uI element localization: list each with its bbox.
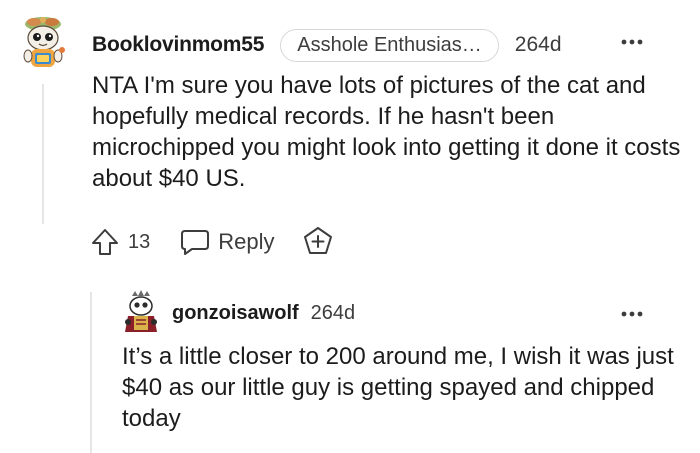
reply-body: It’s a little closer to 200 around me, I… [122, 343, 674, 432]
ellipsis-icon [621, 311, 643, 317]
award-plus-icon [303, 227, 332, 254]
reply-meta: gonzoisawolf 264d [172, 298, 355, 328]
comment-age[interactable]: 264d [515, 33, 562, 57]
avatar-image [125, 290, 157, 332]
user-avatar[interactable] [14, 14, 72, 72]
thread-line[interactable] [42, 84, 44, 224]
vote-score: 13 [128, 230, 151, 253]
comment-actions: 13 Reply [88, 222, 335, 262]
comment-age[interactable]: 264d [311, 302, 356, 325]
username[interactable]: Booklovinmom55 [92, 33, 264, 57]
speech-bubble-icon [181, 230, 210, 255]
thread-line[interactable] [90, 292, 92, 453]
user-flair: Asshole Enthusias… [280, 28, 499, 62]
upvote-arrow-icon [92, 229, 118, 255]
avatar-image [23, 17, 65, 67]
reply-button[interactable]: Reply [180, 228, 275, 256]
comment-thread: Booklovinmom55 Asshole Enthusias… 264d N… [0, 0, 700, 453]
comment-meta: Booklovinmom55 Asshole Enthusias… 264d [92, 25, 562, 65]
more-options-button[interactable] [620, 28, 644, 50]
award-button[interactable] [301, 225, 335, 259]
upvote-button[interactable] [88, 225, 122, 259]
ellipsis-icon [621, 39, 643, 45]
reply-label: Reply [218, 229, 275, 254]
more-options-button[interactable] [620, 300, 644, 322]
comment-body: NTA I'm sure you have lots of pictures o… [92, 72, 681, 192]
username[interactable]: gonzoisawolf [172, 302, 299, 325]
user-avatar[interactable] [122, 290, 160, 334]
